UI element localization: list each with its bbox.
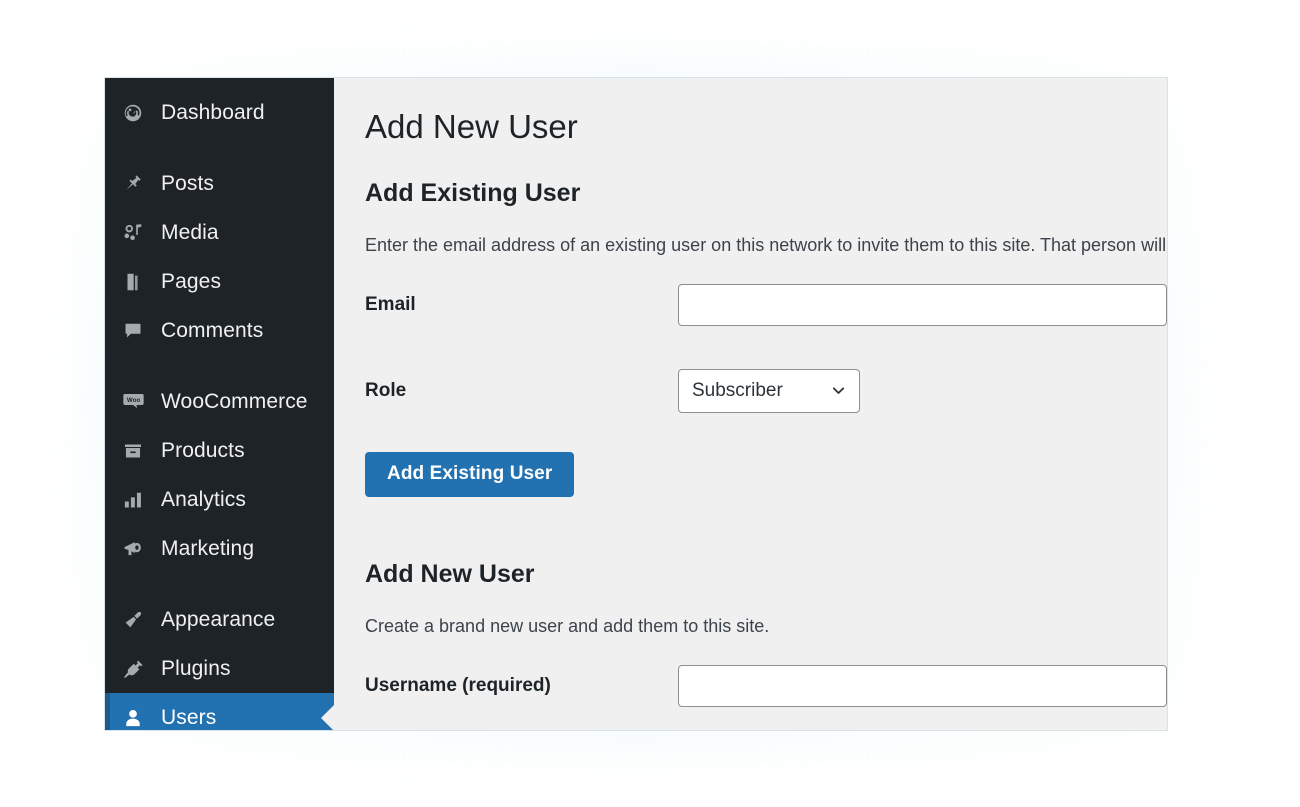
role-select-wrapper: Subscriber (678, 368, 860, 413)
section-heading-add-new-user: Add New User (365, 559, 535, 588)
admin-content-area: Add New User Add Existing User Enter the… (334, 78, 1167, 730)
username-field[interactable] (678, 664, 1167, 707)
form-row-username: Username (required) (365, 664, 1167, 707)
dashboard-icon (122, 102, 152, 124)
sidebar-item-plugins[interactable]: Plugins (105, 644, 334, 693)
sidebar-item-pages[interactable]: Pages (105, 257, 334, 306)
sidebar-item-label: Pages (161, 270, 222, 293)
products-icon (122, 440, 152, 462)
sidebar-item-label: Posts (161, 172, 215, 195)
sidebar-item-appearance[interactable]: Appearance (105, 595, 334, 644)
sidebar-item-users[interactable]: Users (105, 693, 334, 730)
sidebar-separator (105, 137, 334, 159)
users-icon (122, 707, 152, 729)
svg-text:Woo: Woo (127, 397, 140, 404)
sidebar-item-label: Analytics (161, 488, 246, 511)
sidebar-item-label: Users (161, 706, 217, 729)
marketing-icon (122, 538, 152, 560)
email-label: Email (365, 293, 416, 315)
pin-icon (122, 173, 152, 195)
sidebar-item-dashboard[interactable]: Dashboard (105, 88, 334, 137)
sidebar-item-marketing[interactable]: Marketing (105, 524, 334, 573)
page-title: Add New User (365, 108, 578, 145)
sidebar-group-admin: Appearance Plugins Users (105, 595, 334, 730)
chevron-down-icon (830, 382, 847, 399)
sidebar-item-posts[interactable]: Posts (105, 159, 334, 208)
analytics-icon (122, 489, 152, 511)
sidebar-item-label: Appearance (161, 608, 276, 631)
sidebar-item-media[interactable]: Media (105, 208, 334, 257)
sidebar-separator (105, 573, 334, 595)
woocommerce-icon: Woo (122, 390, 152, 413)
username-label: Username (required) (365, 674, 551, 696)
add-existing-user-form: Email Role Subscriber Add Existing User (365, 283, 1167, 497)
wordpress-admin-window: Dashboard Posts Media Pages Comments Woo… (105, 78, 1167, 730)
media-icon (122, 222, 152, 244)
sidebar-item-label: WooCommerce (161, 390, 308, 413)
sidebar-item-label: Dashboard (161, 101, 265, 124)
form-row-email: Email (365, 283, 1167, 326)
sidebar-group-content: Posts Media Pages Comments (105, 159, 334, 355)
add-existing-user-button[interactable]: Add Existing User (365, 451, 575, 497)
sidebar-item-label: Plugins (161, 657, 231, 680)
add-new-user-section: Add New User Create a brand new user and… (365, 557, 1167, 707)
sidebar-item-woocommerce[interactable]: Woo WooCommerce (105, 377, 334, 426)
sidebar-item-label: Products (161, 439, 245, 462)
section-heading-add-existing-user: Add Existing User (365, 178, 581, 207)
sidebar-item-label: Comments (161, 319, 264, 342)
comments-icon (122, 320, 152, 342)
section-description-add-existing-user: Enter the email address of an existing u… (365, 234, 1167, 255)
form-row-submit: Add Existing User (365, 451, 1167, 497)
role-label: Role (365, 379, 407, 401)
sidebar-item-label: Media (161, 221, 219, 244)
form-row-role: Role Subscriber (365, 368, 1167, 413)
role-select[interactable]: Subscriber (678, 368, 860, 413)
sidebar-group-main: Dashboard (105, 88, 334, 137)
admin-sidebar-menu: Dashboard Posts Media Pages Comments Woo… (105, 78, 334, 730)
section-description-add-new-user: Create a brand new user and add them to … (365, 615, 770, 636)
sidebar-item-label: Marketing (161, 537, 255, 560)
sidebar-group-store: Woo WooCommerce Products Analytics Marke… (105, 377, 334, 573)
plugins-icon (122, 658, 152, 680)
pages-icon (122, 271, 152, 293)
sidebar-item-comments[interactable]: Comments (105, 306, 334, 355)
sidebar-item-analytics[interactable]: Analytics (105, 475, 334, 524)
email-field[interactable] (678, 283, 1167, 326)
role-select-value: Subscriber (692, 379, 783, 401)
sidebar-separator (105, 355, 334, 377)
add-new-user-form: Username (required) (365, 664, 1167, 707)
sidebar-item-products[interactable]: Products (105, 426, 334, 475)
appearance-icon (122, 609, 152, 631)
